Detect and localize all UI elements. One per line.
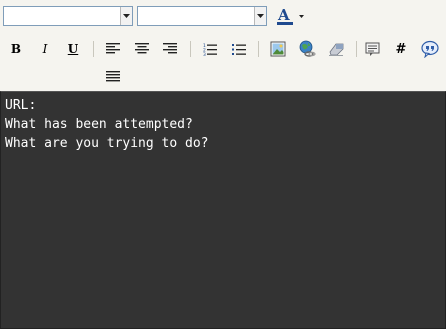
justify-icon: [106, 71, 120, 82]
toolbar-separator: [190, 41, 191, 57]
chevron-down-icon[interactable]: [120, 7, 132, 25]
align-right-icon: [163, 43, 177, 54]
toolbar-separator: [93, 41, 94, 57]
rich-text-editor: A B I U 1 2 3 # URL: What has been attem…: [0, 0, 446, 329]
italic-icon: I: [42, 42, 48, 56]
code-button[interactable]: [362, 38, 384, 60]
font-size-select[interactable]: [137, 6, 267, 26]
font-color-button[interactable]: A: [275, 6, 307, 26]
align-right-button[interactable]: [159, 38, 181, 60]
toolbar-separator: [258, 41, 259, 57]
content-line-trying: What are you trying to do?: [5, 136, 209, 151]
bold-button[interactable]: B: [5, 38, 27, 60]
insert-image-icon: [270, 41, 286, 57]
align-left-button[interactable]: [102, 38, 124, 60]
hash-icon: #: [395, 41, 407, 57]
editor-content-area[interactable]: URL: What has been attempted? What are y…: [0, 91, 446, 329]
quote-icon: [421, 40, 439, 58]
font-color-icon: A: [277, 6, 304, 25]
content-line-attempted: What has been attempted?: [5, 117, 193, 132]
insert-image-button[interactable]: [267, 38, 289, 60]
insert-link-button[interactable]: [296, 38, 318, 60]
underline-button[interactable]: U: [62, 38, 84, 60]
eraser-icon: [329, 43, 344, 56]
unordered-list-button[interactable]: [228, 38, 250, 60]
eraser-button[interactable]: [325, 38, 347, 60]
italic-button[interactable]: I: [34, 38, 56, 60]
align-left-icon: [106, 43, 120, 54]
insert-link-icon: [299, 40, 316, 57]
content-line-url: URL:: [5, 98, 37, 113]
align-center-icon: [135, 43, 149, 54]
bold-icon: B: [10, 42, 22, 56]
ordered-list-button[interactable]: 1 2 3: [199, 38, 221, 60]
editor-toolbar: A B I U 1 2 3 #: [0, 0, 446, 91]
chevron-down-icon[interactable]: [254, 7, 266, 25]
justify-button[interactable]: [102, 66, 124, 88]
align-center-button[interactable]: [131, 38, 153, 60]
font-color-letter: A: [277, 6, 290, 24]
unordered-list-icon: [232, 43, 246, 55]
quote-button[interactable]: [419, 38, 441, 60]
hash-button[interactable]: #: [390, 38, 412, 60]
underline-icon: U: [67, 42, 79, 56]
svg-text:3: 3: [203, 52, 206, 56]
font-family-select[interactable]: [3, 6, 133, 26]
ordered-list-icon: 1 2 3: [203, 43, 217, 56]
toolbar-separator: [356, 41, 357, 57]
code-icon: [365, 42, 380, 56]
